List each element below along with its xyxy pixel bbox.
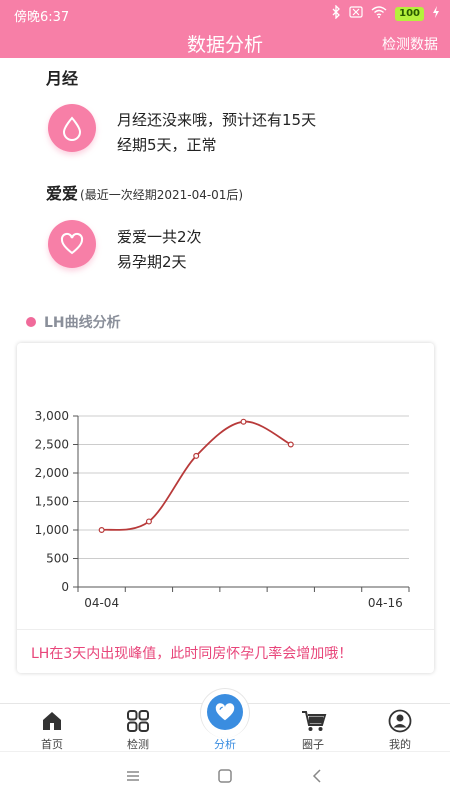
cart-icon [301, 709, 327, 733]
fertile-days-text: 易孕期2天 [117, 253, 187, 271]
tab-circle-label: 圈子 [302, 738, 324, 751]
bottom-tabbar: 首页 检测 分析 圈子 我的 [0, 688, 450, 752]
lh-chart: 0 500 1,000 1,500 2,000 2,500 3,000 04-04 04-16 [35, 409, 410, 610]
status-time: 傍晚6:37 [14, 10, 70, 25]
y-tick-label: 0 [61, 580, 69, 594]
tab-circle[interactable]: 圈子 [268, 704, 358, 752]
tab-mine[interactable]: 我的 [355, 704, 445, 752]
heart-icon [207, 694, 243, 730]
heart-icon [59, 231, 85, 257]
love-section-title: 爱爱 (最近一次经期2021-04-01后) [46, 180, 243, 204]
x-tick-label: 04-04 [84, 596, 119, 610]
tab-analysis[interactable]: 分析 [180, 688, 270, 752]
tab-detect-label: 检测 [127, 738, 149, 751]
y-tick-label: 2,500 [35, 438, 69, 452]
lh-section-header: LH曲线分析 [26, 312, 121, 332]
lh-data-point [145, 518, 152, 525]
user-icon [388, 709, 412, 733]
drop-icon [59, 115, 85, 141]
period-circle [48, 104, 96, 152]
home-icon [40, 709, 64, 733]
period-section-title: 月经 [46, 65, 78, 89]
header: 数据分析 检测数据 [0, 28, 450, 58]
lh-title: LH曲线分析 [44, 315, 121, 331]
period-title: 月经 [46, 69, 79, 88]
back-icon[interactable] [308, 766, 328, 786]
tab-home[interactable]: 首页 [7, 704, 97, 752]
y-tick-label: 1,000 [35, 523, 69, 537]
tab-analysis-label: 分析 [214, 738, 236, 751]
lh-chart-card: 0 500 1,000 1,500 2,000 2,500 3,000 04-04 04-16 … [17, 343, 434, 673]
love-circle [48, 220, 96, 268]
y-tick-label: 3,000 [35, 409, 69, 423]
system-nav-bar [0, 751, 450, 800]
period-status-text: 月经还没来哦，预计还有15天 [117, 111, 317, 129]
grid-icon [126, 709, 150, 733]
lh-series-line [101, 420, 292, 531]
test-data-button[interactable]: 检测数据 [382, 34, 438, 54]
menu-icon[interactable] [123, 766, 143, 786]
lh-data-point [240, 418, 247, 425]
status-bar: 傍晚6:37 100 [0, 0, 450, 28]
lh-data-point [287, 441, 294, 448]
tab-mine-label: 我的 [389, 738, 411, 751]
home-button-icon[interactable] [215, 766, 235, 786]
lh-note: LH在3天内出现峰值，此时同房怀孕几率会增加哦！ [31, 646, 353, 662]
chart-divider [17, 629, 434, 630]
tab-detect[interactable]: 检测 [93, 704, 183, 752]
lh-bullet [26, 317, 36, 327]
period-length-text: 经期5天，正常 [117, 136, 217, 154]
love-count-text: 爱爱一共2次 [117, 228, 202, 246]
battery-icon: 100 [395, 6, 424, 21]
love-subtitle: (最近一次经期2021-04-01后) [80, 188, 244, 202]
status-icons: 100 [331, 4, 440, 22]
charging-icon [432, 6, 440, 21]
lh-data-point [193, 452, 200, 459]
y-tick-label: 500 [46, 552, 69, 566]
x-tick-label: 04-16 [368, 596, 403, 610]
bluetooth-icon [331, 4, 341, 22]
tab-home-label: 首页 [41, 738, 63, 751]
wifi-icon [371, 6, 387, 21]
y-tick-label: 1,500 [35, 495, 69, 509]
y-tick-label: 2,000 [35, 466, 69, 480]
sim-off-icon [349, 6, 363, 21]
love-title: 爱爱 [46, 184, 79, 203]
lh-data-point [98, 527, 105, 534]
